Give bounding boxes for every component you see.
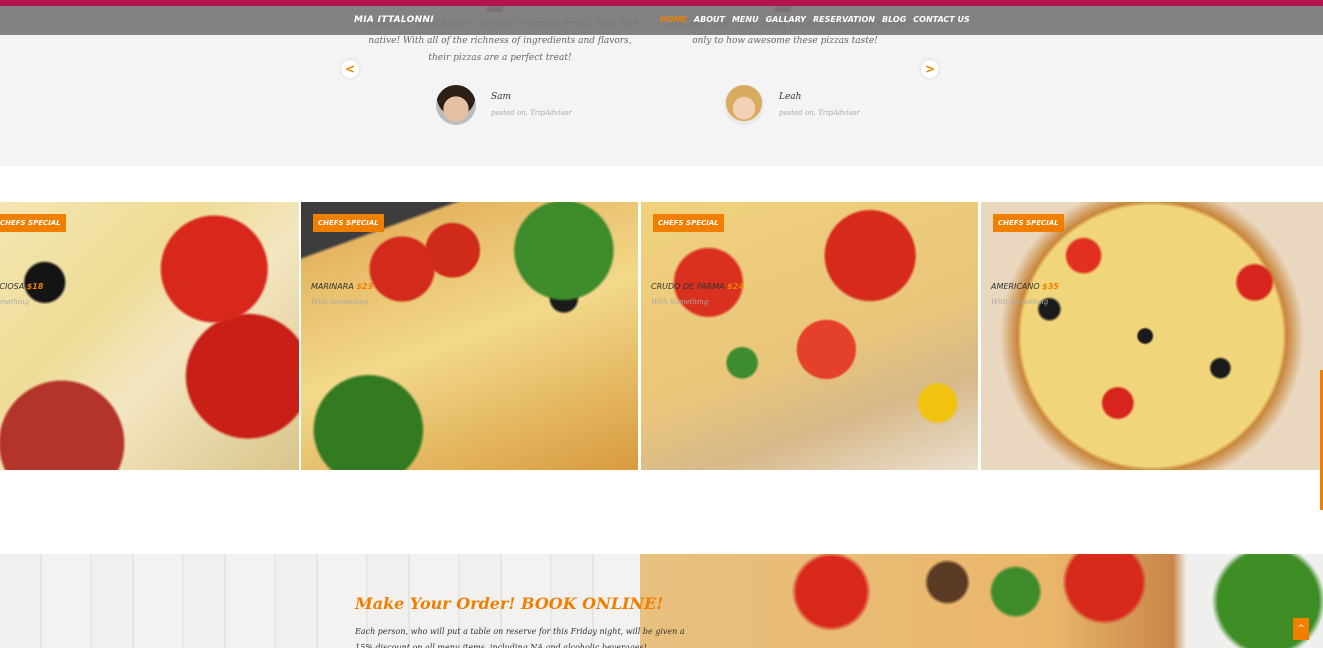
pizza-image[interactable]: CHEFS SPECIAL xyxy=(301,202,638,470)
dish-price: $35 xyxy=(1042,282,1059,291)
dish-name: CRUDO DE PARMA xyxy=(651,282,725,291)
nav-item-contact[interactable]: CONTACT US xyxy=(913,15,970,24)
nav-item-menu[interactable]: MENU xyxy=(732,15,759,24)
dish-title[interactable]: AMERICANO $35 xyxy=(991,282,1059,291)
pizza-image[interactable]: CHEFS SPECIAL xyxy=(641,202,978,470)
dish-name: AMERICANO xyxy=(991,282,1040,291)
avatar xyxy=(436,85,476,125)
dish-subtitle: With Something xyxy=(0,298,30,306)
nav-item-reservation[interactable]: RESERVATION xyxy=(813,15,875,24)
reviewer-name: Sam xyxy=(491,92,512,102)
nav-item-gallery[interactable]: GALLARY xyxy=(766,15,806,24)
order-description: Each person, who will put a table on res… xyxy=(355,627,685,648)
carousel-next-button[interactable]: > xyxy=(921,60,939,78)
dish-name: CAPRICCIOSA xyxy=(0,282,25,291)
reviewer-name: Leah xyxy=(779,92,802,102)
carousel-prev-button[interactable]: < xyxy=(341,60,359,78)
dish-name: MARINARA xyxy=(311,282,354,291)
reviewer-source: posted on, TripAdvisor xyxy=(779,109,860,117)
dish-title[interactable]: CAPRICCIOSA $18 xyxy=(0,282,43,291)
chefs-special-badge: CHEFS SPECIAL xyxy=(0,214,66,232)
dish-price: $18 xyxy=(26,282,44,291)
book-online-section: Make Your Order! BOOK ONLINE! Each perso… xyxy=(0,554,1323,648)
order-title: Make Your Order! BOOK ONLINE! xyxy=(355,594,664,613)
pizza-image[interactable]: CHEFS SPECIAL xyxy=(981,202,1323,470)
dish-subtitle: With Something xyxy=(651,298,709,306)
chefs-special-badge: CHEFS SPECIAL xyxy=(653,214,724,232)
avatar xyxy=(724,85,764,125)
pizza-image[interactable]: CHEFS SPECIAL xyxy=(0,202,299,470)
dish-title[interactable]: CRUDO DE PARMA $24 xyxy=(651,282,744,291)
main-navbar: MIA ITTALONNI HOME ABOUT MENU GALLARY RE… xyxy=(0,6,1323,35)
menu-cards: CHEFS SPECIAL CHEFS SPECIAL CHEFS SPECIA… xyxy=(0,202,1323,470)
nav-menu: HOME ABOUT MENU GALLARY RESERVATION BLOG… xyxy=(660,15,970,24)
scroll-to-top-button[interactable]: ^ xyxy=(1293,618,1309,640)
nav-item-about[interactable]: ABOUT xyxy=(694,15,725,24)
nav-item-blog[interactable]: BLOG xyxy=(882,15,906,24)
pizza-background-image xyxy=(640,554,1323,648)
reviewer-source: posted on, TripAdvisor xyxy=(491,109,572,117)
dish-price: $23 xyxy=(356,282,374,291)
brand-logo[interactable]: MIA ITTALONNI xyxy=(354,15,434,25)
dish-title[interactable]: MARINARA $23 xyxy=(311,282,373,291)
nav-item-home[interactable]: HOME xyxy=(660,15,687,24)
chefs-special-badge: CHEFS SPECIAL xyxy=(313,214,384,232)
dish-subtitle: With Something xyxy=(991,298,1049,306)
dish-subtitle: With Something xyxy=(311,298,369,306)
chefs-special-badge: CHEFS SPECIAL xyxy=(993,214,1064,232)
dish-price: $24 xyxy=(727,282,744,291)
